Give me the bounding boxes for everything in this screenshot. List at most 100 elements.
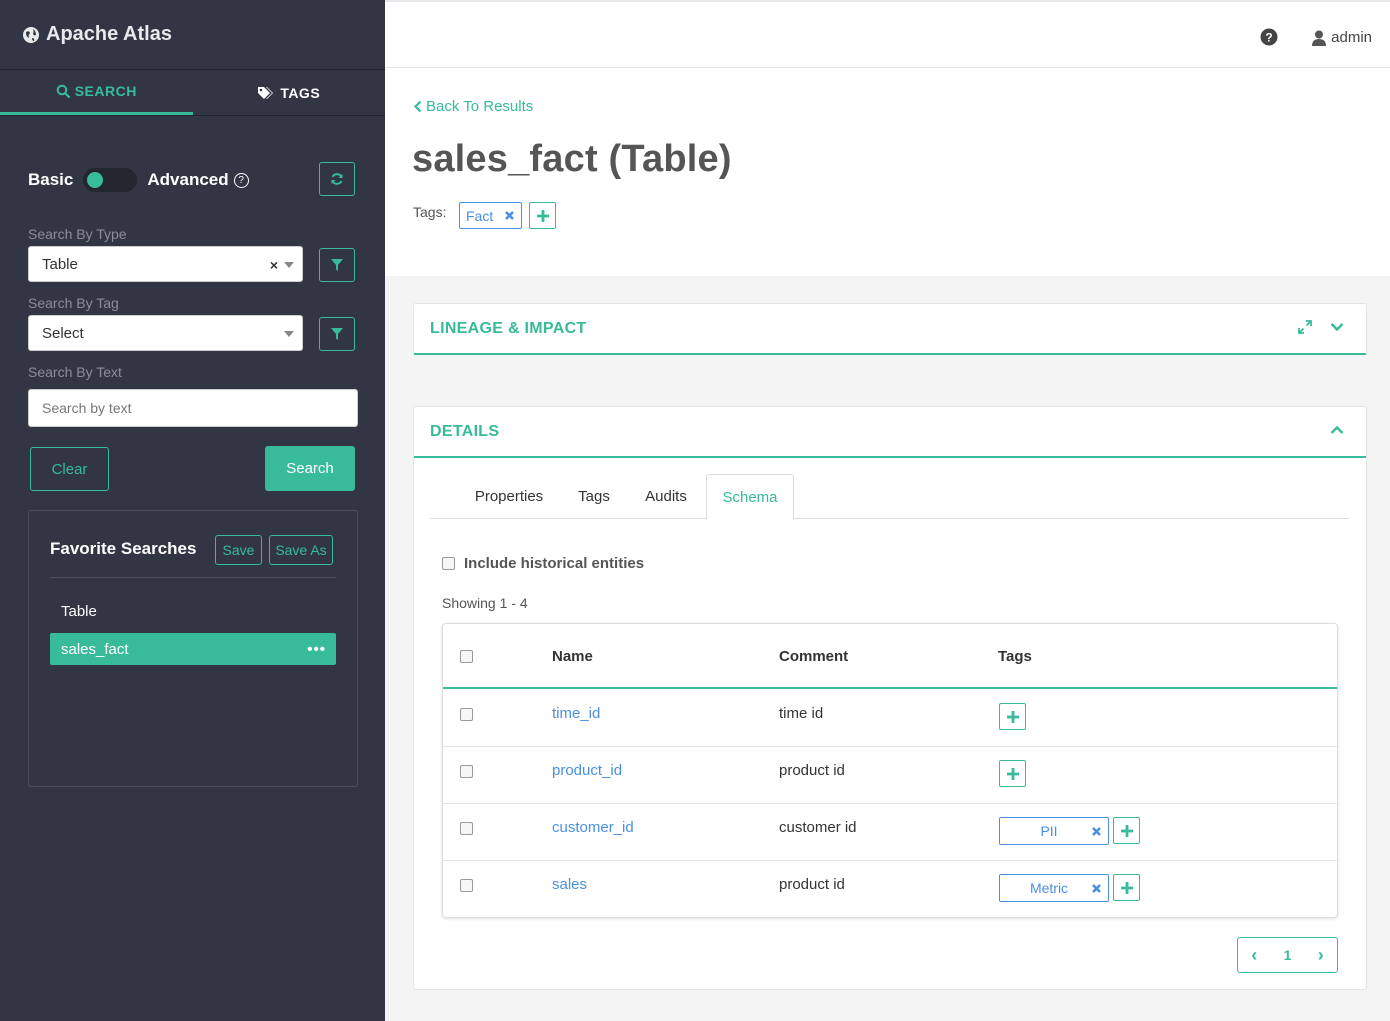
- column-name-link[interactable]: time_id: [552, 705, 600, 722]
- tag-select-value: Select: [42, 324, 84, 342]
- top-bar: ? admin: [385, 0, 1390, 68]
- table-row: product_id product id: [443, 747, 1337, 804]
- tag-select[interactable]: Select: [28, 315, 303, 351]
- search-by-tag-label: Search By Tag: [28, 295, 119, 311]
- row-checkbox[interactable]: [460, 765, 473, 778]
- type-select-value: Table: [42, 255, 78, 273]
- current-page[interactable]: 1: [1284, 947, 1292, 963]
- clear-button[interactable]: Clear: [30, 447, 109, 491]
- column-header-name[interactable]: Name: [552, 648, 593, 665]
- basic-label: Basic: [28, 170, 74, 189]
- expand-icon[interactable]: [1298, 320, 1312, 334]
- details-panel-header[interactable]: DETAILS: [414, 407, 1366, 458]
- row-checkbox[interactable]: [460, 879, 473, 892]
- search-mode-switch[interactable]: [83, 168, 138, 192]
- column-comment: product id: [779, 876, 845, 893]
- select-all-checkbox[interactable]: [460, 650, 473, 663]
- column-header-comment[interactable]: Comment: [779, 648, 848, 665]
- add-tag-button[interactable]: [1113, 874, 1140, 901]
- tab-tags[interactable]: Tags: [568, 474, 620, 519]
- tab-search[interactable]: SEARCH: [0, 70, 193, 115]
- sidebar-tabs: SEARCH TAGS: [0, 70, 385, 116]
- table-row: time_id time id: [443, 690, 1337, 747]
- user-menu[interactable]: admin: [1312, 29, 1372, 46]
- tags-label: Tags:: [413, 204, 447, 220]
- column-header-tags[interactable]: Tags: [998, 648, 1032, 665]
- clear-type-icon[interactable]: ×: [270, 257, 278, 273]
- switch-knob: [87, 172, 104, 188]
- favorite-item-label: sales_fact: [61, 640, 129, 658]
- column-name-link[interactable]: sales: [552, 876, 587, 893]
- lineage-title: LINEAGE & IMPACT: [430, 319, 587, 337]
- save-as-favorite-button[interactable]: Save As: [269, 535, 333, 565]
- refresh-button[interactable]: [319, 162, 355, 196]
- save-favorite-button[interactable]: Save: [215, 535, 262, 565]
- type-filter-button[interactable]: [319, 248, 355, 282]
- row-checkbox[interactable]: [460, 708, 473, 721]
- column-comment: customer id: [779, 819, 857, 836]
- chevron-down-icon[interactable]: [1330, 322, 1344, 332]
- add-tag-button[interactable]: [999, 703, 1026, 730]
- include-historical-label: Include historical entities: [464, 555, 645, 572]
- lineage-panel-header[interactable]: LINEAGE & IMPACT: [414, 304, 1366, 355]
- tag-chip[interactable]: Fact: [459, 202, 522, 229]
- tag-filter-button[interactable]: [319, 317, 355, 351]
- tab-audits[interactable]: Audits: [636, 474, 696, 519]
- entity-header: Back To Results sales_fact (Table) Tags:…: [385, 68, 1390, 276]
- user-icon: [1312, 30, 1327, 46]
- row-tag-chip[interactable]: PII: [999, 817, 1109, 845]
- refresh-icon: [331, 173, 343, 185]
- table-header: Name Comment Tags: [443, 624, 1337, 689]
- row-tag-label: Metric: [1029, 880, 1069, 896]
- plus-icon: [1120, 881, 1133, 894]
- column-comment: time id: [779, 705, 824, 722]
- tab-tags[interactable]: TAGS: [193, 70, 386, 115]
- include-historical-checkbox[interactable]: [442, 557, 455, 570]
- lineage-panel: LINEAGE & IMPACT: [413, 303, 1367, 355]
- favorites-divider: [50, 577, 336, 578]
- remove-tag-icon[interactable]: [1091, 824, 1102, 840]
- brand-name: Apache Atlas: [46, 23, 172, 45]
- tab-tags-label: TAGS: [280, 84, 321, 101]
- prev-page-button[interactable]: ‹: [1251, 945, 1257, 966]
- add-tag-button[interactable]: [529, 202, 556, 229]
- chevron-left-icon: [413, 100, 422, 113]
- row-tag-chip[interactable]: Metric: [999, 874, 1109, 902]
- favorite-item-active[interactable]: sales_fact •••: [50, 633, 336, 665]
- more-options-icon[interactable]: •••: [307, 641, 326, 658]
- favorite-item[interactable]: Table: [50, 595, 336, 627]
- remove-tag-icon[interactable]: [1091, 881, 1102, 897]
- pagination: ‹ 1 ›: [1237, 937, 1338, 973]
- tab-schema[interactable]: Schema: [706, 474, 794, 520]
- column-name-link[interactable]: customer_id: [552, 819, 634, 836]
- globe-icon: [23, 26, 39, 43]
- next-page-button[interactable]: ›: [1318, 945, 1324, 966]
- search-icon: [56, 84, 70, 98]
- brand[interactable]: Apache Atlas: [0, 0, 385, 70]
- help-icon[interactable]: ?: [233, 172, 249, 188]
- type-select[interactable]: Table ×: [28, 246, 303, 282]
- tags-icon: [258, 86, 274, 99]
- add-tag-button[interactable]: [999, 760, 1026, 787]
- include-historical-row[interactable]: Include historical entities: [442, 555, 644, 572]
- search-text-input[interactable]: [28, 389, 358, 427]
- row-checkbox[interactable]: [460, 822, 473, 835]
- search-mode-toggle-row: Basic Advanced ?: [28, 162, 355, 198]
- page-title: sales_fact (Table): [412, 138, 732, 180]
- column-name-link[interactable]: product_id: [552, 762, 622, 779]
- add-tag-button[interactable]: [1113, 817, 1140, 844]
- favorites-title: Favorite Searches: [50, 539, 197, 558]
- tab-search-label: SEARCH: [74, 83, 137, 99]
- table-row: customer_id customer id PII: [443, 804, 1337, 861]
- remove-tag-icon[interactable]: [504, 208, 515, 224]
- search-button[interactable]: Search: [265, 446, 355, 491]
- username: admin: [1331, 29, 1372, 46]
- question-circle-icon[interactable]: ?: [1260, 28, 1278, 51]
- back-to-results-link[interactable]: Back To Results: [413, 98, 533, 115]
- details-panel: DETAILS Properties Tags Audits Schema In…: [413, 406, 1367, 990]
- tab-properties[interactable]: Properties: [460, 474, 558, 519]
- plus-icon: [1006, 710, 1019, 723]
- details-title: DETAILS: [430, 422, 500, 440]
- chevron-up-icon[interactable]: [1330, 425, 1344, 435]
- schema-table: Name Comment Tags time_id time id produc…: [442, 623, 1338, 918]
